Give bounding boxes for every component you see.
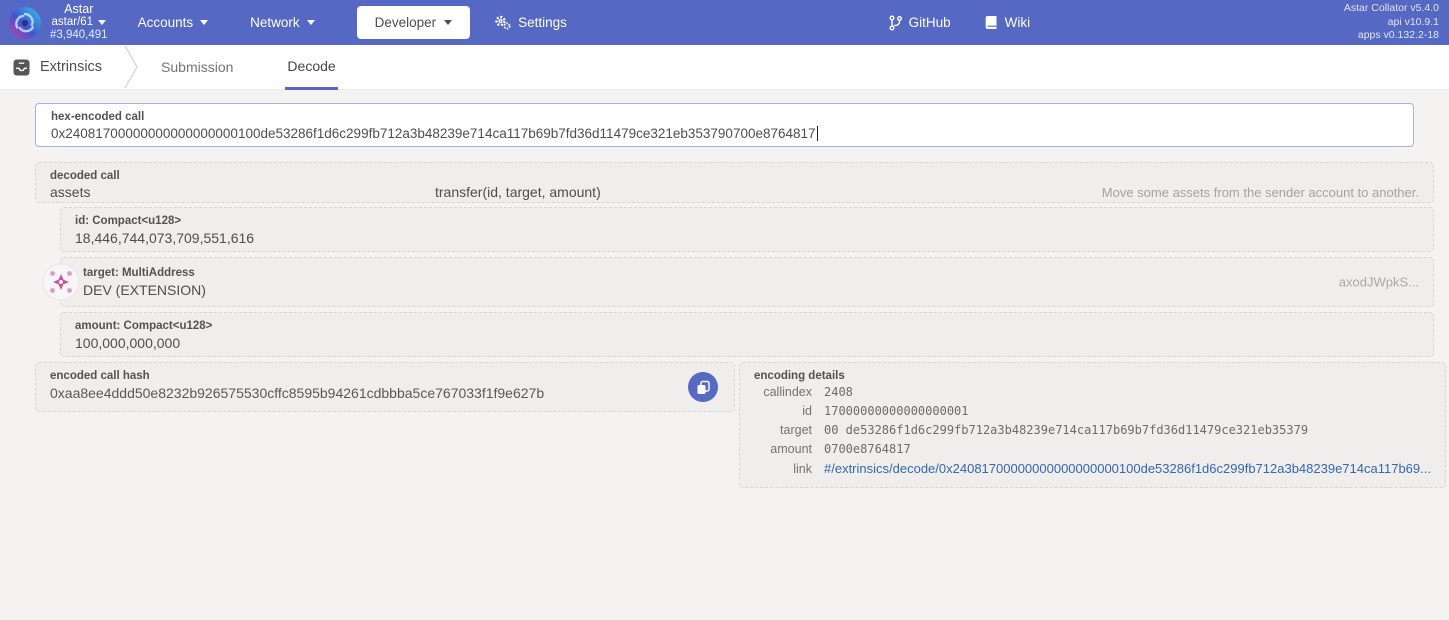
- param-target-value: DEV (EXTENSION): [83, 282, 206, 298]
- apps-version: apps v0.132.2-18: [1357, 29, 1440, 42]
- call-doc: Move some assets from the sender account…: [1101, 185, 1419, 200]
- chevron-down-icon: [98, 20, 107, 25]
- detail-key: id: [802, 404, 812, 418]
- encoding-details-label: encoding details: [754, 370, 845, 382]
- hash-label: encoded call hash: [50, 370, 150, 382]
- detail-row-amount: amount 0700e8764817: [754, 440, 1431, 459]
- section-extrinsics: Extrinsics: [13, 59, 102, 76]
- git-branch-icon: [889, 15, 902, 30]
- nav-developer[interactable]: Developer: [356, 6, 471, 39]
- nav-settings[interactable]: Settings: [494, 15, 567, 30]
- gears-icon: [495, 15, 511, 30]
- param-id-value: 18,446,744,073,709,551,616: [75, 230, 255, 246]
- decoded-call-label: decoded call: [50, 170, 120, 182]
- astar-logo-icon[interactable]: [8, 6, 42, 40]
- param-target: target: MultiAddress DEV (EXTENSION) axo…: [42, 257, 1434, 307]
- decode-page: hex-encoded call 0x240817000000000000000…: [0, 90, 1449, 488]
- detail-key: target: [780, 423, 812, 437]
- github-link[interactable]: GitHub: [889, 15, 951, 31]
- detail-value: 2408: [824, 385, 853, 399]
- extrinsics-icon: [13, 59, 30, 75]
- param-amount: amount: Compact<u128> 100,000,000,000: [60, 312, 1434, 357]
- call-pallet: assets: [50, 184, 91, 200]
- detail-key: link: [793, 462, 812, 476]
- breadcrumb-chevron-icon: [124, 45, 138, 89]
- decode-permalink[interactable]: #/extrinsics/decode/0x240817000000000000…: [824, 459, 1431, 478]
- hex-input-value: 0x24081700000000000000000100de53286f1d6c…: [51, 126, 816, 141]
- bottom-row: encoded call hash 0xaa8ee4ddd50e8232b926…: [35, 362, 1446, 488]
- chain-name: Astar: [64, 2, 94, 16]
- param-amount-label: amount: Compact<u128>: [75, 320, 213, 332]
- encoded-call-hash-panel: encoded call hash 0xaa8ee4ddd50e8232b926…: [35, 362, 735, 412]
- nav-developer-label: Developer: [374, 15, 437, 30]
- wiki-label: Wiki: [1004, 15, 1031, 30]
- detail-value: 0700e8764817: [824, 442, 911, 456]
- nav-accounts-label: Accounts: [137, 15, 194, 30]
- hex-encoded-call-input[interactable]: hex-encoded call 0x240817000000000000000…: [35, 103, 1414, 147]
- chain-selector[interactable]: Astar astar/61 #3,940,491: [50, 3, 108, 42]
- account-identicon[interactable]: [42, 263, 80, 301]
- node-name: astar/61: [51, 16, 94, 28]
- param-id: id: Compact<u128> 18,446,744,073,709,551…: [60, 207, 1434, 252]
- nav-network-label: Network: [250, 15, 300, 30]
- chevron-down-icon: [444, 20, 453, 25]
- api-version: api v10.9.1: [1387, 15, 1440, 28]
- detail-row-link: link #/extrinsics/decode/0x2408170000000…: [754, 459, 1431, 479]
- section-label: Extrinsics: [40, 59, 103, 75]
- github-label: GitHub: [908, 15, 951, 30]
- block-number: #3,940,491: [50, 29, 108, 41]
- node-version: Astar Collator v5.4.0: [1343, 2, 1440, 15]
- detail-row-target: target 00 de53286f1d6c299fb712a3b48239e7…: [754, 421, 1431, 440]
- tab-bar: Extrinsics Submission Decode: [0, 45, 1449, 90]
- detail-value: 00 de53286f1d6c299fb712a3b48239e714ca117…: [824, 423, 1309, 437]
- tab-decode[interactable]: Decode: [285, 45, 338, 90]
- call-method: transfer(id, target, amount): [435, 184, 601, 200]
- detail-key: amount: [770, 442, 812, 456]
- text-cursor: [816, 126, 818, 141]
- book-icon: [985, 16, 997, 29]
- encoding-details-panel: encoding details callindex 2408 id 17000…: [739, 362, 1446, 488]
- detail-value: 17000000000000000001: [824, 404, 969, 418]
- wiki-link[interactable]: Wiki: [985, 15, 1031, 30]
- hex-input-label: hex-encoded call: [51, 111, 145, 123]
- detail-key: callindex: [763, 385, 812, 399]
- hash-value: 0xaa8ee4ddd50e8232b926575530cffc8595b942…: [50, 385, 545, 401]
- param-target-label: target: MultiAddress: [83, 267, 195, 279]
- nav-accounts[interactable]: Accounts: [138, 15, 209, 30]
- copy-hash-button[interactable]: [688, 372, 718, 402]
- copy-icon: [697, 380, 710, 394]
- top-nav-bar: Astar astar/61 #3,940,491 Accounts Netwo…: [0, 0, 1449, 45]
- nav-settings-label: Settings: [518, 15, 567, 30]
- param-target-address-hint: axodJWpkS...: [1338, 274, 1419, 290]
- chevron-down-icon: [306, 20, 315, 25]
- decoded-call-panel: decoded call assets transfer(id, target,…: [35, 162, 1434, 203]
- version-info: Astar Collator v5.4.0 api v10.9.1 apps v…: [1344, 2, 1439, 43]
- tab-submission[interactable]: Submission: [159, 45, 235, 90]
- detail-row-id: id 17000000000000000001: [754, 402, 1431, 421]
- param-id-label: id: Compact<u128>: [75, 215, 182, 227]
- chevron-down-icon: [200, 20, 209, 25]
- param-amount-value: 100,000,000,000: [75, 335, 181, 351]
- nav-network[interactable]: Network: [250, 15, 315, 30]
- detail-row-callindex: callindex 2408: [754, 383, 1431, 402]
